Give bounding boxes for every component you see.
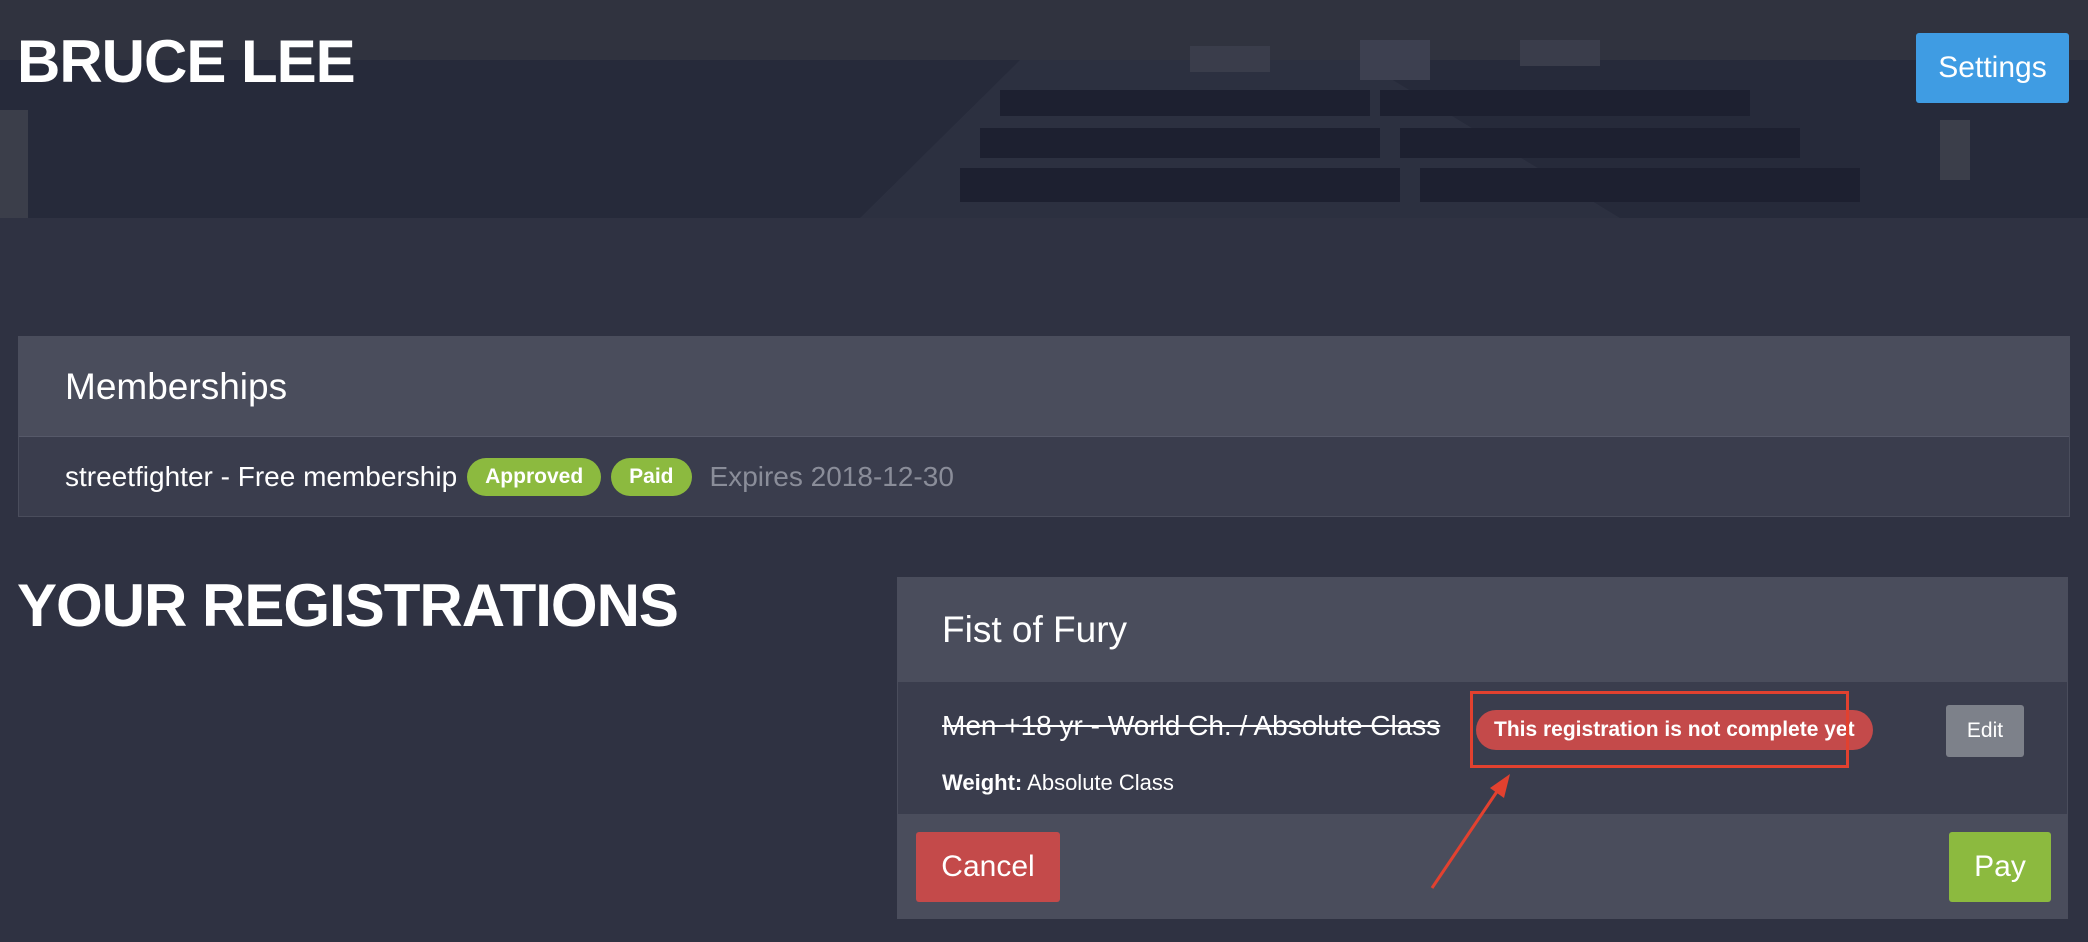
memberships-header: Memberships <box>19 337 2069 437</box>
weight-label: Weight: <box>942 770 1023 795</box>
settings-button[interactable]: Settings <box>1916 33 2069 103</box>
weight-value: Absolute Class <box>1027 770 1174 795</box>
membership-name: streetfighter - Free membership <box>65 461 458 492</box>
memberships-heading: Memberships <box>65 365 288 407</box>
membership-expiry: Expires 2018-12-30 <box>709 461 954 492</box>
approved-badge: Approved <box>467 458 602 496</box>
cancel-registration-button[interactable]: Cancel <box>916 832 1060 902</box>
membership-row: streetfighter - Free membership Approved… <box>19 437 2069 517</box>
hero-banner: BRUCE LEE Settings <box>0 0 2088 218</box>
registration-class: Men +18 yr - World Ch. / Absolute Class <box>942 710 1441 741</box>
paid-badge: Paid <box>611 458 692 496</box>
registration-card-header: Fist of Fury <box>898 578 2067 682</box>
pay-button[interactable]: Pay <box>1949 832 2051 902</box>
weight-row: Weight: Absolute Class <box>942 770 1174 796</box>
annotation-highlight-box <box>1470 691 1849 768</box>
edit-registration-button[interactable]: Edit <box>1946 705 2024 757</box>
page-title: BRUCE LEE <box>17 28 356 95</box>
event-name: Fist of Fury <box>942 609 1128 650</box>
memberships-panel: Memberships streetfighter - Free members… <box>18 336 2070 517</box>
annotation-arrow-icon <box>1430 774 1510 889</box>
registrations-heading: YOUR REGISTRATIONS <box>17 572 679 639</box>
